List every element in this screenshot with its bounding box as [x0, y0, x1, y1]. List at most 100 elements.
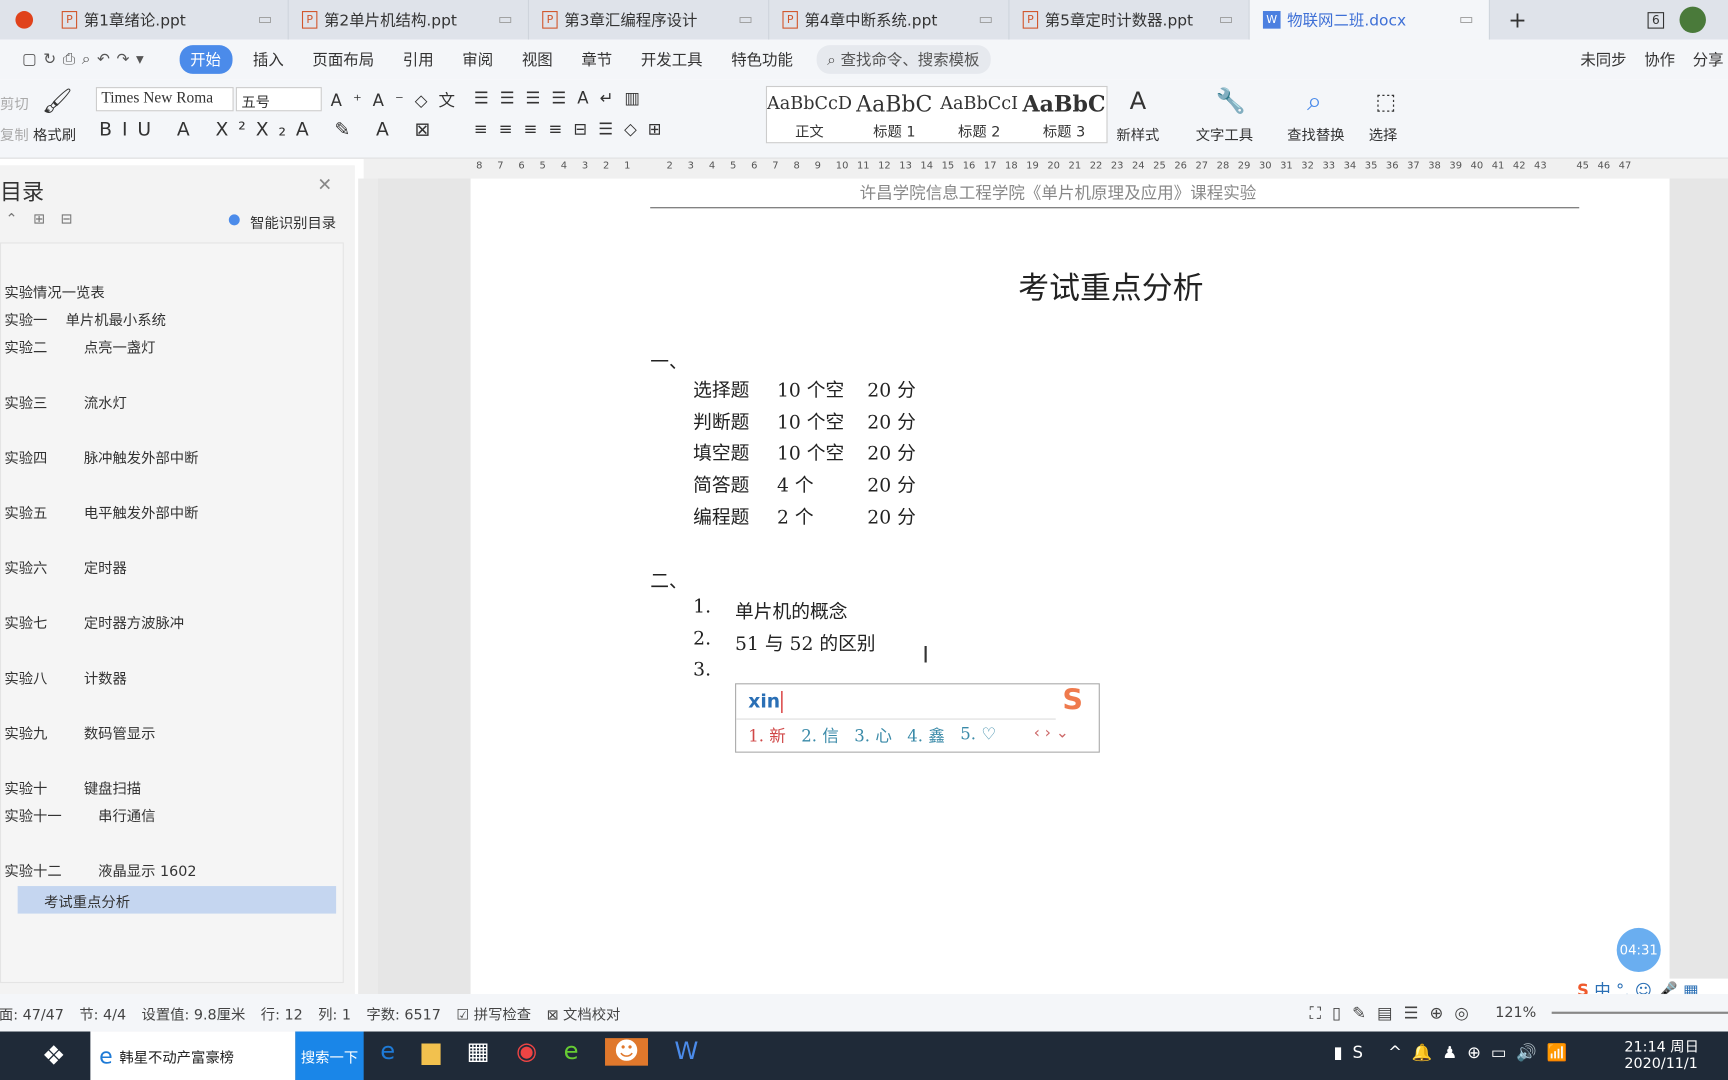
ruler-tick: 43 — [1534, 160, 1547, 172]
status-words[interactable]: 字数: 6517 — [366, 1002, 441, 1024]
select-button[interactable]: 选择 — [1369, 123, 1398, 145]
close-icon[interactable]: ✕ — [317, 174, 332, 195]
search-button[interactable]: 搜索一下 — [295, 1031, 364, 1080]
toc-item[interactable]: 实验八 计数器 — [4, 667, 126, 688]
menu-6[interactable]: 章节 — [567, 48, 627, 70]
tab-3[interactable]: P 第4章中断系统.ppt ▭ — [769, 0, 1010, 40]
taskbar-search[interactable]: e 韩星不动产富豪榜 — [90, 1031, 296, 1080]
smart-icon: ● — [228, 211, 241, 229]
style-1[interactable]: AaBbC 标题 1 — [852, 87, 937, 142]
find-icon: ⌕ — [1307, 85, 1322, 117]
toc-item[interactable]: 实验十一 串行通信 — [4, 804, 155, 826]
new-style-button[interactable]: 新样式 — [1116, 123, 1159, 145]
monitor-icon[interactable]: ▭ — [978, 11, 993, 29]
avatar[interactable] — [1679, 6, 1706, 34]
monitor-icon[interactable]: ▭ — [738, 11, 753, 29]
monitor-icon[interactable]: ▭ — [1219, 11, 1234, 29]
window-count[interactable]: 6 — [1647, 11, 1665, 29]
menu-8[interactable]: 特色功能 — [717, 48, 807, 70]
list-number: 3. — [693, 659, 712, 682]
toc-item[interactable]: 实验五 电平触发外部中断 — [4, 501, 198, 523]
exam-cell: 20 分 — [867, 443, 916, 466]
sync-button[interactable]: 未同步 — [1580, 48, 1626, 70]
taskbar: ❖ e 韩星不动产富豪榜 搜索一下 e ▆ ▦ ◉ e ☻ W ▮S ^🔔♟⊕▭🔊📶 21:1… — [0, 1031, 1728, 1080]
toc-item[interactable]: 实验十 键盘扫描 — [4, 777, 141, 798]
collab-button[interactable]: 协作 — [1644, 48, 1675, 70]
toc-item[interactable]: 实验六 定时器 — [4, 557, 126, 578]
share-button[interactable]: 分享 — [1693, 48, 1724, 70]
tray-icons[interactable]: ▮S ^🔔♟⊕▭🔊📶 — [1333, 1043, 1577, 1063]
pinned-apps[interactable]: e ▆ ▦ ◉ e ☻ W — [380, 1038, 698, 1066]
zoom-slider[interactable] — [1551, 1011, 1728, 1014]
menu-2[interactable]: 页面布局 — [298, 48, 388, 70]
toc-item[interactable]: 实验四 脉冲触发外部中断 — [4, 446, 198, 468]
exam-cell: 10 个空 — [776, 411, 845, 434]
tab-0[interactable]: P 第1章绪论.ppt ▭ — [48, 0, 289, 40]
smart-toc-button[interactable]: 智能识别目录 — [250, 212, 336, 233]
zoom-level[interactable]: 121% — [1495, 1005, 1536, 1022]
toc-item[interactable]: 实验十二 液晶显示 1602 — [4, 860, 196, 881]
clock-date[interactable]: 2020/11/1 — [1624, 1056, 1697, 1073]
font-family-select[interactable]: Times New Roma — [95, 87, 234, 112]
monitor-icon[interactable]: ▭ — [498, 11, 513, 29]
ime-page-arrows[interactable]: ‹ › ⌄ — [1034, 724, 1069, 742]
copy-button[interactable]: 复制 — [0, 123, 29, 145]
style-2[interactable]: AaBbCcI 标题 2 — [937, 87, 1022, 142]
vertical-ruler[interactable] — [358, 178, 378, 995]
toc-item[interactable]: 实验九 数码管显示 — [4, 722, 155, 743]
menu-0[interactable]: 开始 — [179, 45, 232, 74]
text-tools-button[interactable]: 文字工具 — [1196, 123, 1253, 145]
timer-badge[interactable]: 04:31 — [1616, 927, 1661, 972]
spell-check-button[interactable]: ☑ 拼写检查 — [456, 1002, 531, 1024]
align-tools[interactable]: ≡≡≡≡⊟☰◇⊞ — [474, 119, 673, 139]
proofread-button[interactable]: ⊠ 文档校对 — [546, 1002, 620, 1024]
ime-candidate[interactable]: 5. ♡ — [960, 724, 996, 747]
ime-candidate[interactable]: 3. 心 — [854, 724, 892, 747]
font-size-tools[interactable]: A⁺A⁻◇文 — [331, 88, 466, 111]
view-mode-icons[interactable]: ⛶▯✎▤☰⊕◎ — [1309, 1003, 1479, 1023]
menu-1[interactable]: 插入 — [239, 48, 299, 70]
ime-candidate[interactable]: 1. 新 — [748, 724, 786, 747]
cut-button[interactable]: 剪切 — [0, 93, 29, 114]
section-two: 二、 — [650, 570, 688, 593]
ppt-icon: P — [301, 11, 318, 29]
toc-item[interactable]: 实验七 定时器方波脉冲 — [4, 612, 184, 633]
clock-time[interactable]: 21:14 周日 — [1624, 1035, 1699, 1056]
font-format-tools[interactable]: BIU A X²X₂A ✎ A ⊠ — [99, 119, 440, 141]
find-replace-button[interactable]: 查找替换 — [1287, 123, 1344, 145]
toc-item[interactable]: 实验二 点亮一盏灯 — [4, 336, 155, 358]
menu-3[interactable]: 引用 — [388, 48, 448, 70]
tab-label: 第4章中断系统.ppt — [804, 12, 938, 30]
style-3[interactable]: AaBbC 标题 3 — [1022, 87, 1107, 142]
toc-controls[interactable]: ⌃⊞⊟ — [6, 212, 88, 229]
ppt-icon: P — [782, 11, 798, 29]
tab-1[interactable]: P 第2单片机结构.ppt ▭ — [289, 0, 529, 40]
style-0[interactable]: AaBbCcDd 正文 — [767, 87, 852, 142]
wps-logo[interactable] — [0, 0, 48, 40]
command-search[interactable]: ⌕ 查找命令、搜索模板 — [816, 45, 991, 74]
paragraph-tools[interactable]: ☰☰☰☰A↵▥ — [474, 88, 651, 108]
tab-2[interactable]: P 第3章汇编程序设计 ▭ — [529, 0, 770, 40]
ime-candidate[interactable]: 2. 信 — [801, 724, 839, 747]
ruler-tick: 24 — [1132, 160, 1145, 172]
menu-7[interactable]: 开发工具 — [627, 48, 717, 70]
toc-item[interactable]: 实验情况一览表 — [4, 281, 104, 302]
quick-access-icons[interactable]: ▢↻⎙⌕↶↷▾ — [0, 51, 172, 69]
menu-5[interactable]: 视图 — [507, 48, 567, 70]
new-tab-button[interactable]: + — [1490, 0, 1545, 40]
menu-4[interactable]: 审阅 — [448, 48, 508, 70]
tab-4[interactable]: P 第5章定时计数器.ppt ▭ — [1009, 0, 1250, 40]
format-painter-button[interactable]: 格式刷 — [33, 123, 76, 145]
monitor-icon[interactable]: ▭ — [258, 11, 273, 29]
tab-label: 第5章定时计数器.ppt — [1044, 12, 1194, 30]
font-size-select[interactable]: 五号 — [235, 87, 322, 112]
tab-5[interactable]: W 物联网二班.docx ▭ — [1249, 0, 1490, 40]
exam-cell: 填空题 — [693, 443, 750, 466]
ime-candidate[interactable]: 4. 鑫 — [907, 724, 945, 747]
app-icon[interactable]: ❖ — [42, 1040, 66, 1071]
toc-item[interactable]: 考试重点分析 — [17, 886, 337, 914]
horizontal-ruler[interactable]: 8 7 6 5 4 3 2 1 2 3 4 5 6 7 8 9 10 11 12 13 14 15 16 17 18 19 20 21… — [363, 158, 1728, 179]
monitor-icon[interactable]: ▭ — [1459, 11, 1474, 29]
toc-item[interactable]: 实验三 流水灯 — [4, 391, 126, 413]
toc-item[interactable]: 实验一 单片机最小系统 — [4, 309, 165, 330]
